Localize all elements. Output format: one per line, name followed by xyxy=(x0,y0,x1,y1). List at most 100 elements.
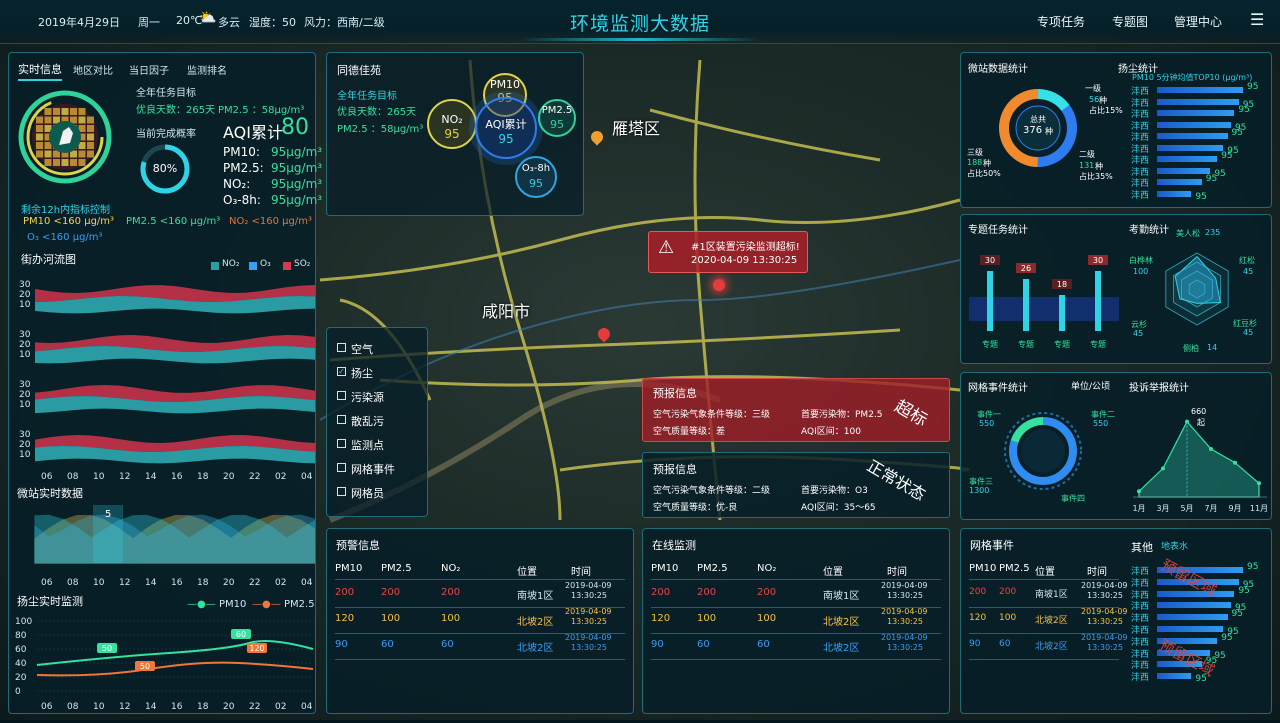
bar-label: 沣西 xyxy=(1131,673,1150,684)
title-underline xyxy=(520,38,760,41)
bubble-no2-label: NO₂ xyxy=(441,113,463,126)
dust-ytick: 80 xyxy=(15,631,27,641)
nav-thematic-map[interactable]: 专题图 xyxy=(1112,13,1148,30)
site-pm25: PM2.5 ：58μg/m³ xyxy=(337,124,424,135)
menu-icon[interactable]: ☰ xyxy=(1250,10,1264,29)
river-xtick: 18 xyxy=(197,472,209,482)
ring-cell xyxy=(78,116,86,124)
city-label-xianyang: 咸阳市 xyxy=(482,302,531,321)
bubble-no2-value: 95 xyxy=(444,127,460,141)
table-divider xyxy=(651,579,941,580)
dust-stats-subtitle: PM10 5分钟均值TOP10 (μg/m³) xyxy=(1132,73,1253,82)
report-peak-value: 660 xyxy=(1191,407,1207,416)
bar xyxy=(1157,602,1231,609)
table-cell: 100 xyxy=(381,613,401,624)
table-cell: 北坡2区 xyxy=(517,617,554,628)
layer-label[interactable]: 空气 xyxy=(351,341,373,357)
bar-value: 95 xyxy=(1221,151,1233,161)
table-cell: 120 xyxy=(969,613,987,623)
report-xtick: 3月 xyxy=(1156,504,1169,513)
tab-region-compare[interactable]: 地区对比 xyxy=(73,62,113,77)
table-time-clock: 13:30:25 xyxy=(887,617,923,626)
topic-category: 专题 xyxy=(1054,339,1070,349)
bar-value: 95 xyxy=(1238,585,1250,596)
topic-bar-value: 30 xyxy=(1093,256,1103,265)
online-title: 在线监测 xyxy=(652,539,696,552)
ring-cell xyxy=(87,116,94,124)
layer-checkbox[interactable] xyxy=(337,391,346,400)
layer-checkbox[interactable]: ✓ xyxy=(337,367,346,376)
table-cell: 90 xyxy=(335,639,348,650)
layer-checkbox[interactable] xyxy=(337,487,346,496)
layer-label[interactable]: 网格事件 xyxy=(351,461,395,477)
report-title: 投诉举报统计 xyxy=(1129,383,1189,394)
table-header: 时间 xyxy=(887,567,907,578)
online-panel: 在线监测 PM10 PM2.5 NO₂ 位置 时间 200 200 200 南坡1区 2019-0… xyxy=(642,528,950,714)
table-cell: 北坡2区 xyxy=(823,643,860,654)
tab-ranking[interactable]: 监测排名 xyxy=(187,62,227,77)
control-title: 剩余12h内指标控制 xyxy=(21,205,111,216)
table-header: NO₂ xyxy=(757,563,777,574)
bar xyxy=(1157,144,1224,151)
table-row[interactable] xyxy=(335,659,625,660)
micro-xtick: 16 xyxy=(171,578,183,588)
table-time-clock: 13:30:25 xyxy=(1087,591,1123,600)
donut-center-value: 376 xyxy=(1023,125,1043,136)
legend-o3-swatch xyxy=(249,262,257,270)
bar-value: 95 xyxy=(1195,191,1207,202)
table-row[interactable] xyxy=(969,659,1119,660)
table-cell: 200 xyxy=(381,587,401,598)
micro-xtick: 02 xyxy=(275,578,286,588)
table-header: PM10 xyxy=(335,563,363,574)
layer-label[interactable]: 散乱污 xyxy=(351,413,384,429)
grid-panel: 网格事件统计 单位/公顷 事件一 550 事件二 550 事件三 1300 事件… xyxy=(960,372,1272,520)
table-time-clock: 13:30:25 xyxy=(571,643,607,652)
good-days: 优良天数：265天 xyxy=(136,105,216,116)
dust-xtick: 22 xyxy=(249,702,260,712)
layer-label[interactable]: 扬尘 xyxy=(351,365,373,381)
alarm-popup[interactable]: ⚠ #1区装置污染监测超标! 2020-04-09 13:30:25 xyxy=(648,231,808,273)
level1-value: 56 xyxy=(1089,95,1100,104)
table-time-date: 2019-04-09 xyxy=(881,607,928,616)
table-header: PM10 xyxy=(969,563,997,574)
layer-checkbox[interactable] xyxy=(337,463,346,472)
radar-label-baihua: 白桦林 xyxy=(1129,256,1153,265)
ring-cell xyxy=(44,116,52,124)
table-cell: 100 xyxy=(441,613,461,624)
layer-checkbox[interactable] xyxy=(337,415,346,424)
forecast-normal[interactable]: 预报信息 空气污染气象条件等级：二级 首要污染物：O3 空气质量等级：优-良 A… xyxy=(642,452,950,518)
tab-realtime[interactable]: 实时信息 xyxy=(18,61,62,81)
layer-label[interactable]: 监测点 xyxy=(351,437,384,453)
table-time-date: 2019-04-09 xyxy=(1081,633,1128,642)
river-ytick: 10 xyxy=(19,350,31,360)
pollutant-value: 95μg/m³ xyxy=(271,145,323,159)
site-title: 同德佳苑 xyxy=(337,64,381,77)
dust-ytick: 0 xyxy=(15,687,21,697)
table-time-clock: 13:30:25 xyxy=(887,643,923,652)
table-time-clock: 13:30:25 xyxy=(887,591,923,600)
tab-daily-factor[interactable]: 当日因子 xyxy=(129,62,169,77)
river-xtick: 10 xyxy=(93,472,105,482)
micro-title: 微站实时数据 xyxy=(17,487,83,500)
dust-xtick: 12 xyxy=(119,702,130,712)
layer-label[interactable]: 网格员 xyxy=(351,485,384,501)
topic-category: 专题 xyxy=(1090,339,1106,349)
bar xyxy=(1157,614,1228,621)
alarm-spot-icon[interactable] xyxy=(713,279,725,291)
layer-checkbox[interactable] xyxy=(337,439,346,448)
table-cell: 南坡1区 xyxy=(517,591,554,602)
river-xtick: 16 xyxy=(171,472,183,482)
target-title: 全年任务目标 xyxy=(136,88,196,99)
forecast-alert[interactable]: 预报信息 空气污染气象条件等级：三级 首要污染物：PM2.5 空气质量等级：差 … xyxy=(642,378,950,442)
nav-management[interactable]: 管理中心 xyxy=(1174,13,1222,30)
ring-cell xyxy=(61,108,69,115)
layer-checkbox[interactable] xyxy=(337,343,346,352)
layer-label[interactable]: 污染源 xyxy=(351,389,384,405)
ring-cell xyxy=(87,133,94,141)
table-row[interactable] xyxy=(651,659,941,660)
pollutant-name: PM10: xyxy=(223,145,260,159)
forecast-normal-aqi: AQI区间：35～65 xyxy=(801,503,876,513)
dust-ytick: 60 xyxy=(15,645,27,655)
level2-pct: 占比35% xyxy=(1079,172,1113,181)
nav-special-task[interactable]: 专项任务 xyxy=(1037,13,1085,30)
